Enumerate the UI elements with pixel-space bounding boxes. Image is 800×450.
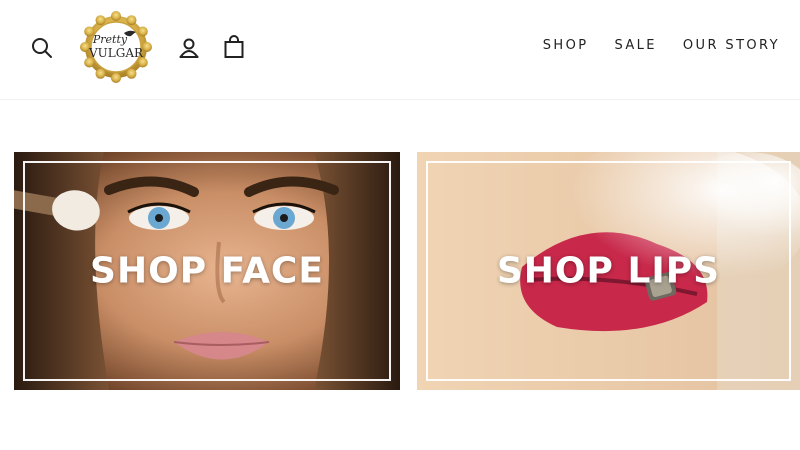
nav-our-story[interactable]: OUR STORY (683, 38, 780, 53)
promo-shop-face[interactable]: SHOP FACE (14, 152, 400, 390)
search-icon (32, 38, 52, 58)
main-nav: SHOP SALE OUR STORY (543, 38, 780, 53)
brand-logo[interactable]: Pretty VULGAR (80, 10, 152, 84)
logo-seal-icon: Pretty VULGAR (80, 11, 152, 83)
bag-icon (224, 35, 244, 58)
promo-title: SHOP FACE (90, 250, 324, 292)
promo-title: SHOP LIPS (496, 250, 721, 292)
site-header: Pretty VULGAR SHOP SALE OUR STORY (0, 0, 800, 100)
logo-line2: VULGAR (88, 46, 144, 60)
search-button[interactable] (28, 34, 56, 62)
cart-button[interactable] (220, 33, 248, 61)
logo-line1: Pretty (92, 33, 128, 46)
nav-sale[interactable]: SALE (614, 38, 656, 53)
account-button[interactable] (175, 34, 203, 62)
nav-shop[interactable]: SHOP (543, 38, 589, 53)
user-icon (179, 38, 199, 58)
promo-shop-lips[interactable]: SHOP LIPS (417, 152, 800, 390)
